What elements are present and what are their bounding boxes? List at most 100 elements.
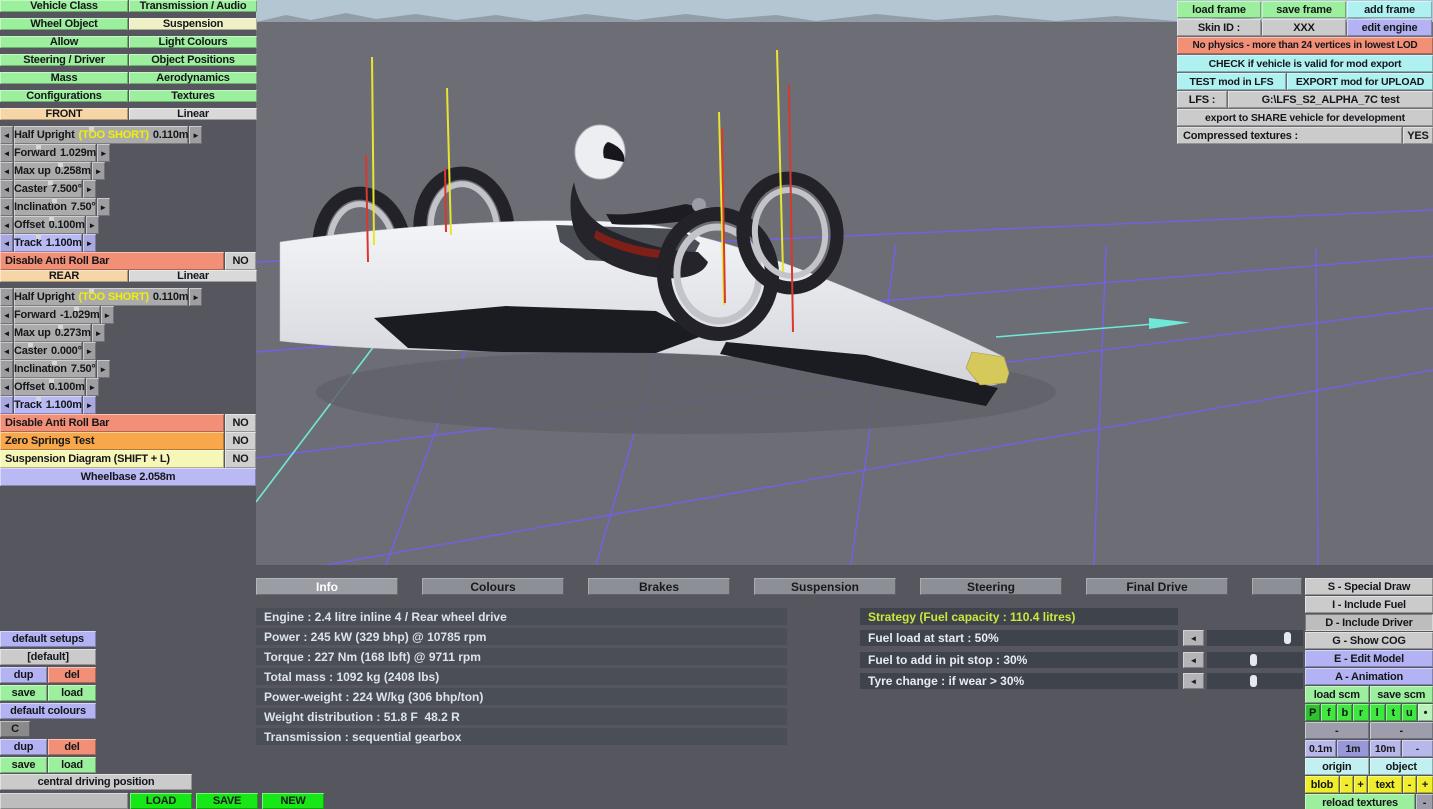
origin-button[interactable]: origin bbox=[1305, 758, 1369, 775]
menu-vehicle-class[interactable]: Vehicle Class bbox=[0, 0, 128, 12]
strategy-tyre-change-slider[interactable] bbox=[1207, 673, 1303, 689]
right-arrow-icon[interactable]: ► bbox=[91, 324, 105, 342]
new-button[interactable]: NEW bbox=[262, 793, 324, 809]
menu-transmission-audio[interactable]: Transmission / Audio bbox=[129, 0, 257, 12]
slider-rear-half-upright[interactable]: Half Upright (TOO SHORT) 0.110m bbox=[14, 288, 189, 306]
slider-rear-inclination[interactable]: Inclination 7.50° bbox=[14, 360, 96, 378]
reload-textures-button[interactable]: reload textures bbox=[1305, 794, 1415, 809]
rear-disable-arb-value[interactable]: NO bbox=[225, 414, 256, 432]
menu-steering-driver[interactable]: Steering / Driver bbox=[0, 54, 128, 66]
view-toggle-t[interactable]: t bbox=[1385, 704, 1401, 721]
slider-thumb[interactable] bbox=[1250, 654, 1258, 666]
slider-rear-offset[interactable]: Offset 0.100m bbox=[14, 378, 85, 396]
minus-button-b[interactable]: - bbox=[1369, 722, 1433, 739]
text-plus-button[interactable]: + bbox=[1417, 776, 1433, 793]
right-arrow-icon[interactable]: ► bbox=[189, 288, 203, 306]
setup-current-value[interactable]: [default] bbox=[0, 649, 96, 665]
front-header[interactable]: FRONT bbox=[0, 108, 128, 120]
slider-rear-max-up[interactable]: Max up 0.273m bbox=[14, 324, 91, 342]
right-arrow-icon[interactable]: ► bbox=[82, 180, 96, 198]
colour-current-value[interactable]: C bbox=[0, 721, 30, 737]
animation-button[interactable]: A - Animation bbox=[1305, 668, 1433, 685]
right-arrow-icon[interactable]: ► bbox=[96, 360, 110, 378]
setup-dup-button[interactable]: dup bbox=[0, 667, 47, 683]
slider-front-max-up[interactable]: Max up 0.258m bbox=[14, 162, 91, 180]
strategy-fuel-pit-slider[interactable] bbox=[1207, 652, 1303, 668]
menu-aerodynamics[interactable]: Aerodynamics bbox=[129, 72, 257, 84]
menu-light-colours[interactable]: Light Colours bbox=[129, 36, 257, 48]
object-button[interactable]: object bbox=[1369, 758, 1433, 775]
tab-final-drive[interactable]: Final Drive bbox=[1086, 578, 1228, 595]
front-mode-linear[interactable]: Linear bbox=[129, 108, 257, 120]
lfs-path-value[interactable]: G:\LFS_S2_ALPHA_7C test bbox=[1228, 91, 1433, 108]
zero-springs-test-button[interactable]: Zero Springs Test bbox=[0, 432, 224, 450]
export-mod-button[interactable]: EXPORT mod for UPLOAD bbox=[1287, 73, 1433, 90]
save-frame-button[interactable]: save frame bbox=[1262, 1, 1346, 18]
reload-minus-button[interactable]: - bbox=[1416, 794, 1433, 809]
show-cog-button[interactable]: G - Show COG bbox=[1305, 632, 1433, 649]
suspension-diagram-value[interactable]: NO bbox=[225, 450, 256, 468]
right-arrow-icon[interactable]: ► bbox=[91, 162, 105, 180]
colour-dup-button[interactable]: dup bbox=[0, 739, 47, 755]
tab-info[interactable]: Info bbox=[256, 578, 398, 595]
left-arrow-icon[interactable]: ◄ bbox=[0, 360, 13, 378]
default-setups-button[interactable]: default setups bbox=[0, 631, 96, 647]
right-arrow-icon[interactable]: ► bbox=[82, 396, 96, 414]
suspension-diagram-button[interactable]: Suspension Diagram (SHIFT + L) bbox=[0, 450, 224, 468]
view-toggle-f[interactable]: f bbox=[1321, 704, 1337, 721]
setup-save-button[interactable]: save bbox=[0, 685, 47, 701]
rear-disable-arb-button[interactable]: Disable Anti Roll Bar bbox=[0, 414, 224, 432]
filename-bar[interactable] bbox=[0, 793, 128, 809]
strategy-fuel-start-slider[interactable] bbox=[1207, 630, 1303, 646]
slider-rear-forward[interactable]: Forward -1.029m bbox=[14, 306, 100, 324]
save-button[interactable]: SAVE bbox=[196, 793, 258, 809]
load-button[interactable]: LOAD bbox=[130, 793, 192, 809]
blob-minus-button[interactable]: - bbox=[1340, 776, 1353, 793]
text-button[interactable]: text bbox=[1368, 776, 1402, 793]
right-arrow-icon[interactable]: ► bbox=[85, 378, 99, 396]
menu-configurations[interactable]: Configurations bbox=[0, 90, 128, 102]
grid-size-10m[interactable]: 10m bbox=[1369, 740, 1401, 757]
slider-front-track[interactable]: Track 1.100m bbox=[14, 234, 82, 252]
left-arrow-icon[interactable]: ◄ bbox=[0, 234, 13, 252]
view-toggle-l[interactable]: l bbox=[1369, 704, 1385, 721]
view-toggle-u[interactable]: u bbox=[1401, 704, 1417, 721]
left-arrow-icon[interactable]: ◄ bbox=[0, 162, 13, 180]
left-arrow-icon[interactable]: ◄ bbox=[0, 396, 13, 414]
menu-object-positions[interactable]: Object Positions bbox=[129, 54, 257, 66]
slider-rear-caster[interactable]: Caster 0.000° bbox=[14, 342, 82, 360]
front-disable-arb-button[interactable]: Disable Anti Roll Bar bbox=[0, 252, 224, 270]
right-arrow-icon[interactable]: ► bbox=[97, 144, 111, 162]
setup-del-button[interactable]: del bbox=[48, 667, 96, 683]
left-arrow-icon[interactable]: ◄ bbox=[0, 216, 13, 234]
view-toggle-b[interactable]: b bbox=[1337, 704, 1353, 721]
left-arrow-icon[interactable]: ◄ bbox=[1183, 652, 1204, 668]
left-arrow-icon[interactable]: ◄ bbox=[0, 126, 13, 144]
slider-front-inclination[interactable]: Inclination 7.50° bbox=[14, 198, 96, 216]
menu-allow[interactable]: Allow bbox=[0, 36, 128, 48]
blob-button[interactable]: blob bbox=[1305, 776, 1339, 793]
slider-front-half-upright[interactable]: Half Upright (TOO SHORT) 0.110m bbox=[14, 126, 189, 144]
left-arrow-icon[interactable]: ◄ bbox=[0, 144, 13, 162]
right-arrow-icon[interactable]: ► bbox=[100, 306, 114, 324]
right-arrow-icon[interactable]: ► bbox=[85, 216, 99, 234]
compressed-textures-value[interactable]: YES bbox=[1403, 127, 1433, 144]
right-arrow-icon[interactable]: ► bbox=[82, 342, 96, 360]
left-arrow-icon[interactable]: ◄ bbox=[0, 288, 13, 306]
slider-front-forward[interactable]: Forward 1.029m bbox=[14, 144, 96, 162]
left-arrow-icon[interactable]: ◄ bbox=[0, 198, 13, 216]
colour-del-button[interactable]: del bbox=[48, 739, 96, 755]
slider-front-caster[interactable]: Caster 7.500° bbox=[14, 180, 82, 198]
menu-textures[interactable]: Textures bbox=[129, 90, 257, 102]
load-scm-button[interactable]: load scm bbox=[1305, 686, 1369, 703]
left-arrow-icon[interactable]: ◄ bbox=[0, 180, 13, 198]
check-valid-button[interactable]: CHECK if vehicle is valid for mod export bbox=[1177, 55, 1433, 72]
slider-rear-track[interactable]: Track 1.100m bbox=[14, 396, 82, 414]
view-toggle-r[interactable]: r bbox=[1353, 704, 1369, 721]
slider-thumb[interactable] bbox=[1283, 632, 1291, 644]
rear-header[interactable]: REAR bbox=[0, 270, 128, 282]
menu-mass[interactable]: Mass bbox=[0, 72, 128, 84]
slider-thumb[interactable] bbox=[1250, 675, 1258, 687]
zero-springs-test-value[interactable]: NO bbox=[225, 432, 256, 450]
setup-load-button[interactable]: load bbox=[48, 685, 96, 701]
